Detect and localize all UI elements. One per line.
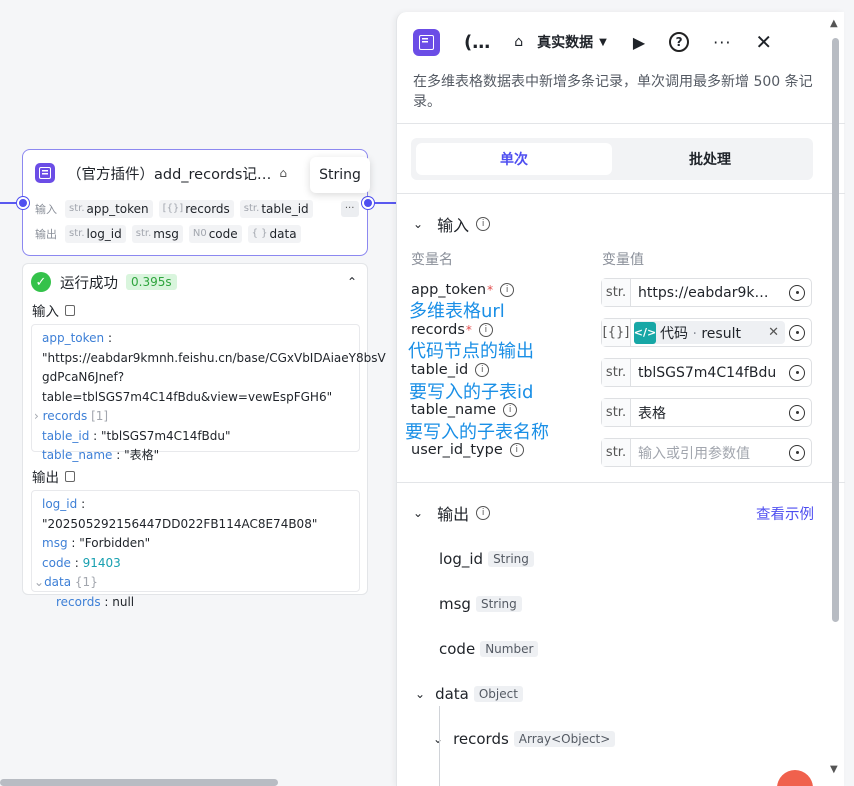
input-json-box: app_token : "https://eabdar9kmnh.feishu.… (31, 324, 386, 462)
output-field-records[interactable]: ⌄recordsArray<Object> (433, 730, 616, 748)
result-input-title: 输入 (32, 304, 59, 320)
user-id-type-input[interactable]: str. 输入或引用参数值 (601, 438, 812, 467)
plugin-description: 在多维表格数据表中新增多条记录，单次调用最多新增 500 条记录。 (413, 74, 813, 110)
param-row-user-id-type: user_id_type i str. 输入或引用参数值 (411, 438, 813, 467)
data-mode-select[interactable]: 真实数据 (537, 32, 593, 52)
info-icon[interactable]: i (476, 506, 491, 520)
type-tooltip: String (310, 157, 370, 193)
tab-single[interactable]: 单次 (416, 143, 612, 175)
bitable-plugin-icon (413, 28, 440, 56)
view-example-link[interactable]: 查看示例 (756, 503, 814, 524)
more-inputs-button[interactable]: ··· (340, 200, 359, 217)
horizontal-scrollbar[interactable] (0, 779, 278, 786)
store-icon: ⌂ (279, 166, 288, 180)
node-input-label: 输入 (35, 202, 57, 216)
success-check-icon: ✓ (31, 272, 51, 292)
reference-target-icon[interactable] (789, 404, 805, 421)
workflow-canvas[interactable]: （官方插件）add_records记… ⌂ 输入 str. app_token [… (0, 0, 854, 786)
tree-guide-line (439, 706, 440, 786)
reference-target-icon[interactable] (789, 364, 805, 381)
node-output-label: 输出 (35, 227, 57, 241)
output-chip-data: { } data (247, 224, 301, 243)
app-token-input[interactable]: str. https://eabdar9k… (601, 278, 812, 307)
output-field-msg: msg String (439, 595, 522, 613)
copy-icon[interactable] (65, 304, 75, 316)
input-chip-table-id: str. table_id (239, 199, 313, 218)
output-field-log-id: log_id String (439, 550, 534, 568)
outgoing-edge (372, 202, 396, 204)
result-output-title: 输出 (32, 470, 59, 486)
node-title: （官方插件）add_records记… (67, 166, 272, 183)
output-section-header[interactable]: ⌄ 输出 i (413, 501, 491, 525)
output-chip-msg: str. msg (131, 224, 183, 243)
input-port[interactable] (17, 197, 29, 209)
node-outputs-row: 输出 str. log_id str. msg N0 code { } data (23, 221, 367, 246)
output-field-code: code Number (439, 640, 539, 658)
reference-target-icon[interactable] (789, 324, 805, 341)
table-id-input[interactable]: str. tblSGS7m4C14fBdu (601, 358, 812, 387)
info-icon[interactable]: i (509, 443, 524, 457)
collapse-icon[interactable]: ⌃ (347, 275, 357, 289)
info-icon[interactable]: i (475, 363, 490, 377)
more-options-icon[interactable]: ··· (713, 33, 731, 52)
chevron-down-icon[interactable]: ▼ (599, 37, 607, 48)
reference-target-icon[interactable] (789, 284, 805, 301)
output-port[interactable] (362, 197, 374, 209)
help-icon[interactable]: ? (669, 32, 690, 52)
output-field-data[interactable]: ⌄ data Object (415, 685, 523, 703)
vertical-scrollbar[interactable] (832, 38, 839, 622)
run-time-badge: 0.395s (126, 274, 177, 290)
copy-icon[interactable] (65, 470, 75, 482)
input-chip-records: [{}] records (158, 199, 234, 218)
drawer-title: (… (464, 31, 491, 53)
run-play-icon[interactable]: ▶ (633, 33, 645, 52)
col-header-value: 变量值 (602, 252, 644, 268)
input-chip-app-token: str. app_token (65, 199, 153, 218)
table-name-input[interactable]: str. 表格 (601, 398, 812, 427)
info-icon[interactable]: i (476, 217, 491, 231)
bitable-plugin-icon (35, 163, 55, 183)
output-chip-code: N0 code (188, 224, 242, 243)
info-icon[interactable]: i (503, 403, 518, 417)
input-section-header[interactable]: ⌄ 输入 i (413, 212, 491, 236)
info-icon[interactable]: i (500, 283, 515, 297)
records-input[interactable]: [{}] </> 代码 · result ✕ (601, 318, 812, 347)
chevron-down-icon: ⌄ (415, 687, 426, 701)
incoming-edge (0, 202, 16, 204)
code-node-icon: </> (634, 321, 656, 344)
node-config-drawer: (… ⌂ 真实数据 ▼ ▶ ? ··· ✕ 在多维表格数据表中新增多条记录，单次… (396, 12, 845, 786)
store-icon: ⌂ (514, 34, 524, 50)
tab-batch[interactable]: 批处理 (612, 143, 808, 175)
chevron-down-icon[interactable]: ⌄ (413, 506, 423, 520)
scroll-down-arrow[interactable]: ▼ (830, 764, 838, 775)
run-mode-tabs: 单次 批处理 (411, 138, 813, 180)
output-chip-log-id: str. log_id (65, 224, 126, 243)
remove-reference-icon[interactable]: ✕ (768, 325, 779, 340)
info-icon[interactable]: i (478, 323, 493, 337)
reference-target-icon[interactable] (789, 444, 805, 461)
chevron-down-icon[interactable]: ⌄ (413, 217, 423, 231)
node-inputs-row: 输入 str. app_token [{}] records str. table_i… (23, 196, 367, 221)
output-json-box: log_id : "202505292156447DD022FB114AC8E7… (31, 490, 360, 609)
scroll-up-arrow[interactable]: ▲ (830, 18, 838, 29)
run-status: 运行成功 (60, 275, 118, 292)
close-icon[interactable]: ✕ (755, 30, 772, 54)
col-header-name: 变量名 (411, 252, 453, 268)
run-result-panel: ✓ 运行成功 0.395s ⌃ 输入 app_token : "https://… (22, 263, 386, 609)
reference-chip[interactable]: </> 代码 · result ✕ (634, 321, 785, 344)
